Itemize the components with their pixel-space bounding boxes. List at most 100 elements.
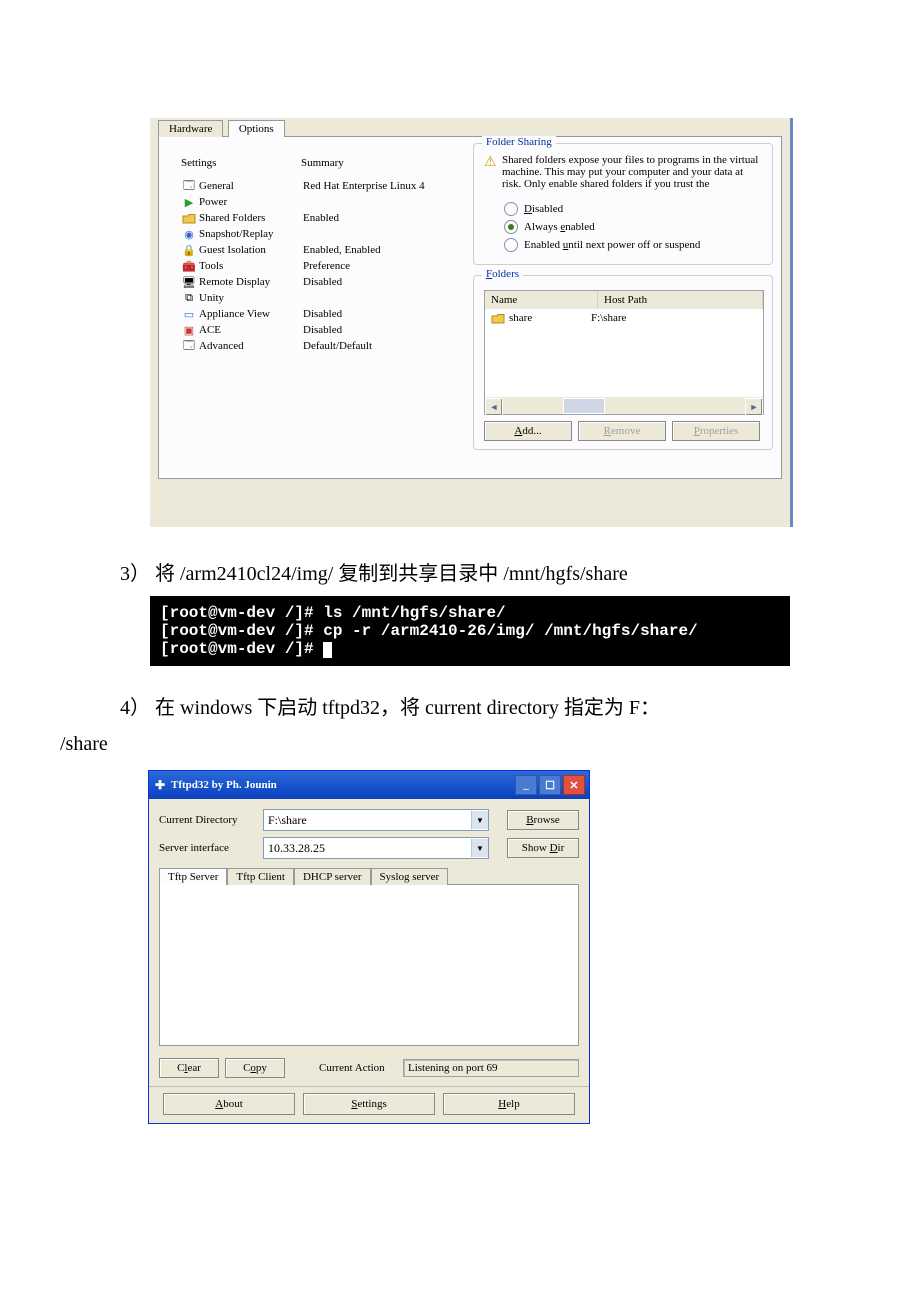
row-appliance-view[interactable]: ▭ Appliance View Disabled <box>181 307 455 321</box>
row-tools[interactable]: 🧰 Tools Preference <box>181 259 455 273</box>
tab-hardware[interactable]: Hardware <box>158 120 223 137</box>
row-tools-name: Tools <box>197 260 303 272</box>
about-button[interactable]: About <box>163 1093 295 1115</box>
row-share-path: F:\share <box>591 312 757 324</box>
row-snapshot[interactable]: ◉ Snapshot/Replay <box>181 227 455 241</box>
scroll-left-icon[interactable]: ◄ <box>485 398 503 416</box>
tftp-log-area[interactable] <box>159 884 579 1046</box>
lock-icon: 🔒 <box>181 243 197 257</box>
terminal-line: [root@vm-dev /]# ls /mnt/hgfs/share/ <box>160 604 780 622</box>
server-interface-value: 10.33.28.25 <box>264 839 471 858</box>
row-av-summary: Disabled <box>303 308 342 320</box>
folders-group: Folders Name Host Path share F:\share <box>473 275 773 450</box>
settings-button[interactable]: Settings <box>303 1093 435 1115</box>
close-button[interactable]: ✕ <box>563 775 585 795</box>
terminal: [root@vm-dev /]# ls /mnt/hgfs/share/ [ro… <box>150 596 790 666</box>
chevron-down-icon[interactable]: ▼ <box>471 839 488 857</box>
warning-icon: ⚠ <box>484 154 502 190</box>
row-ace-summary: Disabled <box>303 324 342 336</box>
row-av-name: Appliance View <box>197 308 303 320</box>
horizontal-scrollbar[interactable]: ◄ ► <box>485 397 763 414</box>
row-share-name: share <box>509 312 532 324</box>
current-action-label: Current Action <box>319 1062 403 1074</box>
row-shared-folders[interactable]: Shared Folders Enabled <box>181 211 455 225</box>
tab-tftp-server[interactable]: Tftp Server <box>159 868 227 885</box>
warning-text: Shared folders expose your files to prog… <box>502 154 764 190</box>
radio-until-poweroff[interactable]: Enabled until next power off or suspend <box>504 238 764 252</box>
row-ace-name: ACE <box>197 324 303 336</box>
folders-table[interactable]: Name Host Path share F:\share ◄ <box>484 290 764 415</box>
row-ace[interactable]: ▣ ACE Disabled <box>181 323 455 337</box>
power-icon: ▶ <box>181 195 197 209</box>
folder-icon <box>181 211 197 225</box>
row-rd-name: Remote Display <box>197 276 303 288</box>
tab-syslog-server[interactable]: Syslog server <box>371 868 449 885</box>
row-gi-name: Guest Isolation <box>197 244 303 256</box>
window-title: Tftpd32 by Ph. Jounin <box>171 779 513 791</box>
clear-button[interactable]: Clear <box>159 1058 219 1078</box>
terminal-line: [root@vm-dev /]# <box>160 640 780 658</box>
row-power-name: Power <box>197 196 303 208</box>
chevron-down-icon[interactable]: ▼ <box>471 811 488 829</box>
maximize-button[interactable]: ☐ <box>539 775 561 795</box>
radio-disabled[interactable]: Disabled <box>504 202 764 216</box>
cursor-icon <box>323 642 332 658</box>
properties-button[interactable]: Properties <box>672 421 760 441</box>
snapshot-icon: ◉ <box>181 227 197 241</box>
advanced-icon: 🗔 <box>181 339 197 353</box>
server-interface-combo[interactable]: 10.33.28.25 ▼ <box>263 837 489 859</box>
help-button[interactable]: Help <box>443 1093 575 1115</box>
tab-options[interactable]: Options <box>228 120 285 137</box>
row-general[interactable]: 🗔 General Red Hat Enterprise Linux 4 <box>181 179 455 193</box>
folder-sharing-title: Folder Sharing <box>482 136 556 148</box>
remote-display-icon: 🖥 <box>181 275 197 289</box>
radio-until-label: Enabled until next power off or suspend <box>524 239 700 251</box>
row-guest-isolation[interactable]: 🔒 Guest Isolation Enabled, Enabled <box>181 243 455 257</box>
copy-button[interactable]: Copy <box>225 1058 285 1078</box>
scroll-thumb[interactable] <box>563 398 605 414</box>
tools-icon: 🧰 <box>181 259 197 273</box>
col-name: Name <box>485 291 598 309</box>
row-remote-display[interactable]: 🖥 Remote Display Disabled <box>181 275 455 289</box>
vmware-options-dialog: Hardware Options Settings Summary 🗔 Gene… <box>150 118 793 527</box>
terminal-line: [root@vm-dev /]# cp -r /arm2410-26/img/ … <box>160 622 780 640</box>
appliance-icon: ▭ <box>181 307 197 321</box>
current-action-value: Listening on port 69 <box>403 1059 579 1077</box>
app-icon: ✚ <box>155 778 171 793</box>
add-button[interactable]: Add... <box>484 421 572 441</box>
tab-tftp-client[interactable]: Tftp Client <box>227 868 294 885</box>
scroll-right-icon[interactable]: ► <box>745 398 763 416</box>
current-directory-value: F:\share <box>264 811 471 830</box>
row-adv-summary: Default/Default <box>303 340 372 352</box>
ace-icon: ▣ <box>181 323 197 337</box>
browse-button[interactable]: Browse <box>507 810 579 830</box>
unity-icon: ⧉ <box>181 291 197 305</box>
row-power[interactable]: ▶ Power <box>181 195 455 209</box>
step4-text: 4） 在 windows 下启动 tftpd32，将 current direc… <box>120 692 860 724</box>
current-directory-label: Current Directory <box>159 814 263 826</box>
remove-button[interactable]: Remove <box>578 421 666 441</box>
show-dir-button[interactable]: Show Dir <box>507 838 579 858</box>
row-general-summary: Red Hat Enterprise Linux 4 <box>303 180 425 192</box>
row-advanced[interactable]: 🗔 Advanced Default/Default <box>181 339 455 353</box>
row-sf-name: Shared Folders <box>197 212 303 224</box>
col-settings: Settings <box>181 157 301 169</box>
radio-always-enabled[interactable]: Always enabled <box>504 220 764 234</box>
radio-always-label: Always enabled <box>524 221 595 233</box>
tab-dhcp-server[interactable]: DHCP server <box>294 868 371 885</box>
tftpd32-window: ✚ Tftpd32 by Ph. Jounin _ ☐ ✕ Current Di… <box>148 770 590 1124</box>
radio-disabled-label: isabled <box>532 203 563 215</box>
settings-list: Settings Summary 🗔 General Red Hat Enter… <box>159 137 469 478</box>
folder-icon <box>491 313 505 324</box>
current-directory-combo[interactable]: F:\share ▼ <box>263 809 489 831</box>
row-unity[interactable]: ⧉ Unity <box>181 291 455 305</box>
row-general-name: General <box>197 180 303 192</box>
row-gi-summary: Enabled, Enabled <box>303 244 381 256</box>
titlebar[interactable]: ✚ Tftpd32 by Ph. Jounin _ ☐ ✕ <box>149 771 589 799</box>
step4-text-b: /share <box>60 728 860 760</box>
minimize-button[interactable]: _ <box>515 775 537 795</box>
step3-text: 3） 将 /arm2410cl24/img/ 复制到共享目录中 /mnt/hgf… <box>120 557 920 586</box>
table-row[interactable]: share F:\share <box>485 309 763 327</box>
folder-sharing-group: Folder Sharing ⚠ Shared folders expose y… <box>473 143 773 265</box>
row-tools-summary: Preference <box>303 260 350 272</box>
